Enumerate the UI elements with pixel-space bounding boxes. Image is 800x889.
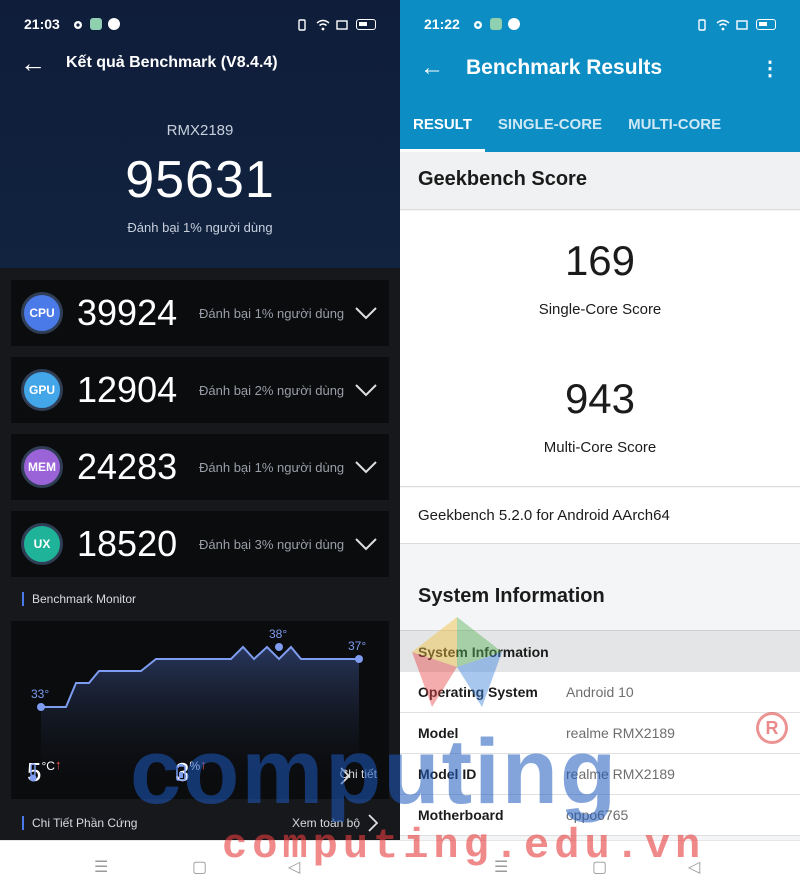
screen-icon xyxy=(736,18,748,30)
antutu-panel: 21:03 ← Kết quả Benchmark (V8.4.4) RMX21… xyxy=(0,0,400,840)
registered-mark-icon: R xyxy=(756,712,788,744)
mem-beat-text: Đánh bại 1% người dùng xyxy=(199,459,345,475)
temp-delta-stat: 5 °C ↑ xyxy=(27,757,61,788)
tab-single-core[interactable]: SINGLE-CORE xyxy=(485,110,615,152)
gear-icon xyxy=(472,18,484,30)
wifi-icon xyxy=(316,18,330,31)
geekbench-version: Geekbench 5.2.0 for Android AArch64 xyxy=(400,488,800,544)
chevron-down-icon[interactable] xyxy=(355,460,377,474)
status-bar-right: 21:22 xyxy=(424,13,776,35)
device-model: RMX2189 xyxy=(166,122,234,139)
multi-core-label: Multi-Core Score xyxy=(543,439,657,456)
watermark-url: computing.edu.vn xyxy=(222,822,706,870)
battery-icon xyxy=(356,18,376,30)
watermark-logo-icon xyxy=(412,617,502,707)
gpu-beat-text: Đánh bại 2% người dùng xyxy=(199,382,345,398)
mem-badge: MEM xyxy=(21,446,63,488)
thermometer-icon xyxy=(29,763,37,782)
temp-peak-label: 38° xyxy=(269,627,288,641)
screen-icon xyxy=(336,18,348,30)
temp-delta-unit: °C xyxy=(41,759,55,773)
gear-icon xyxy=(72,18,84,30)
geekbench-appbar: 21:22 ← Benchmark Results ⋮ RESULT SINGL… xyxy=(400,0,800,152)
temp-start-label: 33° xyxy=(31,687,50,701)
cpu-badge: CPU xyxy=(21,292,63,334)
chevron-down-icon[interactable] xyxy=(355,383,377,397)
score-row-gpu[interactable]: GPU 12904 Đánh bại 2% người dùng xyxy=(11,357,389,423)
single-core-score: 169 xyxy=(564,237,636,284)
menu-icon[interactable]: ☰ xyxy=(94,857,108,877)
system-information-heading: System Information xyxy=(418,585,605,607)
score-row-mem[interactable]: MEM 24283 Đánh bại 1% người dùng xyxy=(11,434,389,500)
ux-badge: UX xyxy=(21,523,63,565)
watermark-text: computing xyxy=(130,721,619,823)
page-title: Kết quả Benchmark (V8.4.4) xyxy=(66,54,278,71)
gpu-badge: GPU xyxy=(21,369,63,411)
app-icon xyxy=(489,18,502,30)
score-row-ux[interactable]: UX 18520 Đánh bại 3% người dùng xyxy=(11,511,389,577)
battery-icon xyxy=(756,18,776,30)
temp-peak-point xyxy=(275,643,283,651)
chevron-down-icon[interactable] xyxy=(355,537,377,551)
tab-multi-core[interactable]: MULTI-CORE xyxy=(615,110,734,152)
hardware-detail-label: Chi Tiết Phần Cứng xyxy=(22,816,137,830)
cpu-score: 39924 xyxy=(77,292,178,333)
temp-end-point xyxy=(355,655,363,663)
home-icon[interactable]: ▢ xyxy=(192,857,207,877)
temp-end-label: 37° xyxy=(348,639,367,653)
gpu-score: 12904 xyxy=(77,369,178,410)
status-time: 21:22 xyxy=(424,16,460,32)
score-card: 169 Single-Core Score 943 Multi-Core Sco… xyxy=(400,211,800,487)
geekbench-score-heading: Geekbench Score xyxy=(400,152,800,210)
ux-score: 18520 xyxy=(77,523,178,564)
ux-beat-text: Đánh bại 3% người dùng xyxy=(199,536,345,552)
back-arrow-icon[interactable]: ← xyxy=(20,48,52,79)
multi-core-score: 943 xyxy=(564,375,636,422)
vibrate-icon xyxy=(696,18,708,31)
status-bar-left: 21:03 xyxy=(24,13,376,35)
cpu-beat-text: Đánh bại 1% người dùng xyxy=(199,305,345,321)
vibrate-icon xyxy=(296,18,308,31)
row-value: Android 10 xyxy=(566,684,634,700)
tab-result[interactable]: RESULT xyxy=(400,110,485,152)
more-options-icon[interactable]: ⋮ xyxy=(760,56,780,81)
app-icon xyxy=(89,18,102,30)
single-core-label: Single-Core Score xyxy=(538,301,662,318)
mem-score: 24283 xyxy=(77,446,178,487)
antutu-toolbar: ← Kết quả Benchmark (V8.4.4) xyxy=(20,48,380,78)
arrow-up-icon: ↑ xyxy=(54,757,62,772)
total-score: 95631 xyxy=(125,151,275,209)
geekbench-toolbar: ← Benchmark Results ⋮ xyxy=(420,52,780,84)
back-arrow-icon[interactable]: ← xyxy=(420,54,450,82)
status-time: 21:03 xyxy=(24,16,60,32)
wifi-icon xyxy=(716,18,730,31)
screenshot-comparison: 21:03 ← Kết quả Benchmark (V8.4.4) RMX21… xyxy=(0,0,800,889)
page-title: Benchmark Results xyxy=(466,56,663,79)
result-tabs: RESULT SINGLE-CORE MULTI-CORE xyxy=(400,110,800,152)
chat-icon xyxy=(107,18,120,30)
temp-start-point xyxy=(37,703,45,711)
score-row-cpu[interactable]: CPU 39924 Đánh bại 1% người dùng xyxy=(11,280,389,346)
chat-icon xyxy=(507,18,520,30)
total-beat-text: Đánh bại 1% người dùng xyxy=(127,220,273,235)
chevron-down-icon[interactable] xyxy=(355,306,377,320)
benchmark-monitor-label: Benchmark Monitor xyxy=(22,592,136,606)
